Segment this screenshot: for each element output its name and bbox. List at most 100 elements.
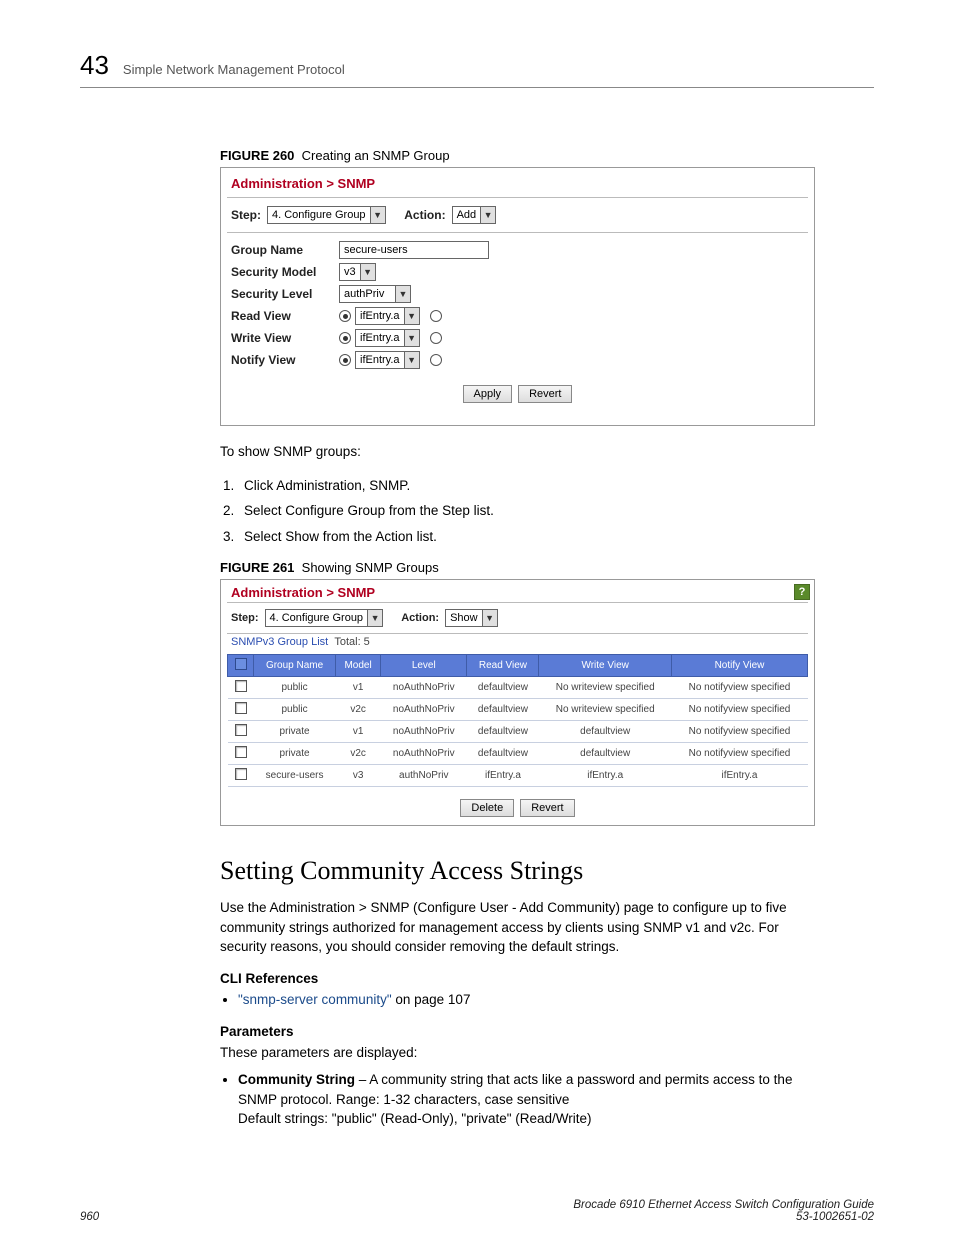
section-heading: Setting Community Access Strings <box>220 856 874 886</box>
row-check-cell <box>228 743 254 765</box>
footer-doc-num: 53-1002651-02 <box>796 1211 874 1223</box>
cell-write-view: defaultview <box>539 721 672 743</box>
col-check <box>228 655 254 677</box>
cell-group-name: private <box>254 743 336 765</box>
chevron-down-icon: ▼ <box>405 352 419 368</box>
notify-view-value: ifEntry.a <box>356 352 405 368</box>
row-check-cell <box>228 765 254 787</box>
cell-level: authNoPriv <box>381 765 467 787</box>
col-write-view: Write View <box>539 655 672 677</box>
col-read-view: Read View <box>467 655 539 677</box>
figure260-label: FIGURE 260 <box>220 148 294 163</box>
toolbar: Step: 4. Configure Group ▼ Action: Show … <box>221 603 814 633</box>
write-view-radio-none[interactable] <box>430 332 442 344</box>
figure261-text: Showing SNMP Groups <box>302 560 439 575</box>
chevron-down-icon: ▼ <box>483 610 497 626</box>
row-write-view: Write View ifEntry.a ▼ <box>231 329 804 347</box>
read-view-select[interactable]: ifEntry.a ▼ <box>355 307 420 325</box>
row-security-model: Security Model v3 ▼ <box>231 263 804 281</box>
notify-view-radio-none[interactable] <box>430 354 442 366</box>
write-view-label: Write View <box>231 331 339 345</box>
cell-level: noAuthNoPriv <box>381 677 467 699</box>
chevron-down-icon: ▼ <box>361 264 375 280</box>
row-check-cell <box>228 677 254 699</box>
help-icon[interactable]: ? <box>794 584 810 600</box>
cell-read-view: defaultview <box>467 743 539 765</box>
step-select-value: 4. Configure Group <box>268 207 371 223</box>
cli-link[interactable]: "snmp-server community" <box>238 992 392 1007</box>
action-select[interactable]: Add ▼ <box>452 206 497 224</box>
cli-reference-item: "snmp-server community" on page 107 <box>238 990 815 1010</box>
revert-button[interactable]: Revert <box>520 799 574 817</box>
snmp-add-group-panel: Administration > SNMP Step: 4. Configure… <box>220 167 815 426</box>
row-read-view: Read View ifEntry.a ▼ <box>231 307 804 325</box>
row-checkbox[interactable] <box>235 702 247 714</box>
row-checkbox[interactable] <box>235 680 247 692</box>
cell-level: noAuthNoPriv <box>381 743 467 765</box>
security-level-select[interactable]: authPriv ▼ <box>339 285 411 303</box>
parameters-heading: Parameters <box>220 1024 874 1039</box>
group-name-input[interactable] <box>339 241 489 259</box>
cell-level: noAuthNoPriv <box>381 699 467 721</box>
cell-write-view: No writeview specified <box>539 699 672 721</box>
cell-read-view: ifEntry.a <box>467 765 539 787</box>
cell-notify-view: ifEntry.a <box>671 765 807 787</box>
table-row: privatev1noAuthNoPrivdefaultviewdefaultv… <box>228 721 808 743</box>
form-area: Group Name Security Model v3 ▼ Security … <box>221 233 814 425</box>
col-notify-view: Notify View <box>671 655 807 677</box>
group-table: Group Name Model Level Read View Write V… <box>227 654 808 787</box>
cell-notify-view: No notifyview specified <box>671 699 807 721</box>
table-row: publicv2cnoAuthNoPrivdefaultviewNo write… <box>228 699 808 721</box>
row-checkbox[interactable] <box>235 724 247 736</box>
header-title: Simple Network Management Protocol <box>123 62 345 77</box>
step-select[interactable]: 4. Configure Group ▼ <box>265 609 384 627</box>
snmp-show-groups-panel: Administration > SNMP ? Step: 4. Configu… <box>220 579 815 826</box>
chevron-down-icon: ▼ <box>481 207 495 223</box>
row-security-level: Security Level authPriv ▼ <box>231 285 804 303</box>
toolbar: Step: 4. Configure Group ▼ Action: Add ▼ <box>221 198 814 232</box>
cell-group-name: secure-users <box>254 765 336 787</box>
cell-group-name: public <box>254 699 336 721</box>
read-view-radio-none[interactable] <box>430 310 442 322</box>
figure261-label: FIGURE 261 <box>220 560 294 575</box>
section-intro: Use the Administration > SNMP (Configure… <box>220 898 815 957</box>
footer-right: Brocade 6910 Ethernet Access Switch Conf… <box>573 1199 874 1223</box>
cell-write-view: ifEntry.a <box>539 765 672 787</box>
row-group-name: Group Name <box>231 241 804 259</box>
row-notify-view: Notify View ifEntry.a ▼ <box>231 351 804 369</box>
row-checkbox[interactable] <box>235 746 247 758</box>
action-select[interactable]: Show ▼ <box>445 609 498 627</box>
chevron-down-icon: ▼ <box>405 308 419 324</box>
notify-view-radio-select[interactable] <box>339 354 351 366</box>
delete-button[interactable]: Delete <box>460 799 514 817</box>
chevron-down-icon: ▼ <box>371 207 385 223</box>
header-checkbox[interactable] <box>235 658 247 670</box>
cell-model: v1 <box>336 721 381 743</box>
notify-view-select[interactable]: ifEntry.a ▼ <box>355 351 420 369</box>
revert-button[interactable]: Revert <box>518 385 572 403</box>
row-checkbox[interactable] <box>235 768 247 780</box>
page-number: 43 <box>80 50 109 81</box>
cell-write-view: No writeview specified <box>539 677 672 699</box>
security-model-label: Security Model <box>231 265 339 279</box>
parameters-list: Community String – A community string th… <box>220 1070 815 1129</box>
apply-button[interactable]: Apply <box>463 385 513 403</box>
cell-group-name: private <box>254 721 336 743</box>
write-view-select[interactable]: ifEntry.a ▼ <box>355 329 420 347</box>
cli-references-list: "snmp-server community" on page 107 <box>220 990 815 1010</box>
list-title: SNMPv3 Group List Total: 5 <box>221 634 814 650</box>
breadcrumb: Administration > SNMP <box>221 168 814 197</box>
security-model-select[interactable]: v3 ▼ <box>339 263 376 281</box>
breadcrumb: Administration > SNMP <box>231 585 375 600</box>
param-default: Default strings: "public" (Read-Only), "… <box>238 1111 592 1126</box>
figure261-caption: FIGURE 261 Showing SNMP Groups <box>220 560 874 575</box>
cell-read-view: defaultview <box>467 721 539 743</box>
cell-model: v1 <box>336 677 381 699</box>
read-view-radio-select[interactable] <box>339 310 351 322</box>
show-groups-intro: To show SNMP groups: <box>220 442 815 462</box>
step-select[interactable]: 4. Configure Group ▼ <box>267 206 386 224</box>
action-label: Action: <box>401 612 439 624</box>
action-label: Action: <box>404 208 445 222</box>
write-view-value: ifEntry.a <box>356 330 405 346</box>
write-view-radio-select[interactable] <box>339 332 351 344</box>
